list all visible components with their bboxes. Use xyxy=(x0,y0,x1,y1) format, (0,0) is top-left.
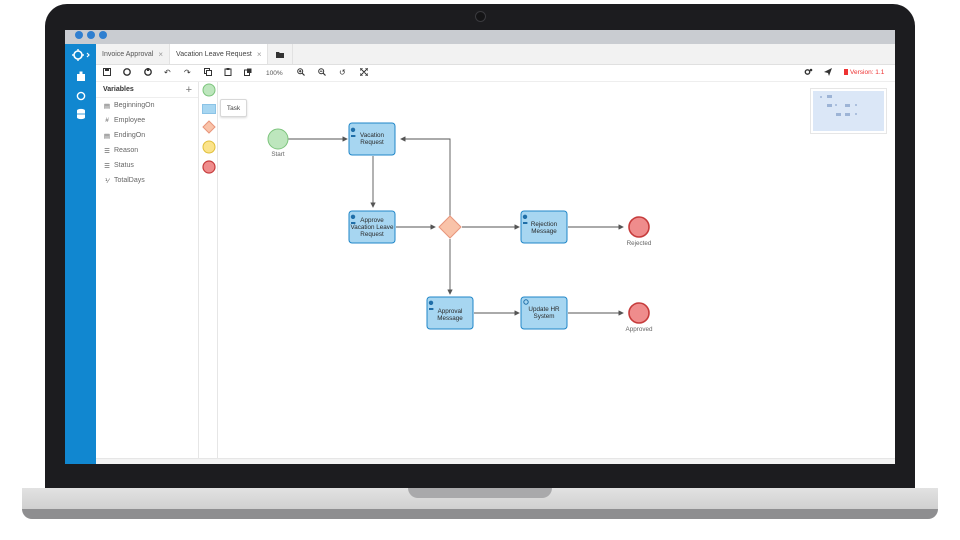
zoom-level: 100% xyxy=(266,70,283,77)
undo-icon[interactable]: ↶ xyxy=(164,68,171,78)
task-tool[interactable] xyxy=(202,104,216,114)
nav-puzzle-icon[interactable] xyxy=(65,70,96,86)
number-icon: ⅟ xyxy=(105,177,109,185)
task-label-line: Vacation Leave xyxy=(351,224,394,231)
nav-circle-icon[interactable] xyxy=(65,90,96,106)
validate-icon[interactable] xyxy=(123,68,131,79)
save-icon[interactable] xyxy=(103,68,111,79)
duplicate-icon[interactable] xyxy=(244,68,252,79)
variable-label: Status xyxy=(114,162,134,169)
task-label-line: Rejection xyxy=(531,221,558,228)
deploy-icon[interactable] xyxy=(144,68,152,79)
app-screen: Invoice Approval × Vacation Leave Reques… xyxy=(65,30,895,464)
task-approve-vacation[interactable]: Approve Vacation Leave Request xyxy=(348,210,396,244)
start-event[interactable]: Start xyxy=(267,128,289,158)
variable-item[interactable]: ▤ BeginningOn xyxy=(96,98,198,113)
nav-process-icon[interactable] xyxy=(65,49,96,65)
calendar-icon: ▤ xyxy=(103,132,111,140)
minimap-viewport xyxy=(813,91,884,131)
gateway-tool[interactable] xyxy=(202,120,216,134)
task-rejection-message[interactable]: Rejection Message xyxy=(520,210,568,244)
variable-label: TotalDays xyxy=(114,177,145,184)
task-label-line: Vacation xyxy=(360,132,385,139)
toolbar: ↶ ↷ 100% ↺ Version: 1.1 xyxy=(96,65,895,82)
version-indicator[interactable]: Version: 1.1 xyxy=(844,69,884,76)
side-navigation xyxy=(65,44,96,464)
variable-item[interactable]: # Employee xyxy=(96,113,198,128)
approved-label: Approved xyxy=(626,326,653,333)
task-vacation-request[interactable]: Vacation Request xyxy=(348,122,396,156)
folder-icon xyxy=(276,51,285,58)
hash-icon: # xyxy=(105,117,109,124)
start-label: Start xyxy=(271,151,285,158)
variable-item[interactable]: ☰ Reason xyxy=(96,143,198,158)
calendar-icon: ▤ xyxy=(103,102,111,110)
variable-item[interactable]: ▤ EndingOn xyxy=(96,128,198,143)
task-label-line: Update HR xyxy=(528,306,560,313)
task-label-line: Message xyxy=(437,315,463,322)
flow-gateway-to-request[interactable] xyxy=(400,136,451,217)
nav-database-icon[interactable] xyxy=(65,108,96,124)
copy-icon[interactable] xyxy=(204,68,212,79)
window-titlebar xyxy=(65,30,895,44)
zoom-out-icon[interactable] xyxy=(318,68,326,79)
task-update-hr-system[interactable]: Update HR System xyxy=(520,296,568,330)
webcam xyxy=(475,11,486,22)
diagram-canvas[interactable]: Start Vacation Request Approve Vacation … xyxy=(218,82,895,458)
intermediate-event-tool[interactable] xyxy=(202,140,216,154)
variable-item[interactable]: ⅟ TotalDays xyxy=(96,173,198,188)
variable-label: BeginningOn xyxy=(114,102,155,109)
redo-icon[interactable]: ↷ xyxy=(184,68,191,78)
fit-screen-icon[interactable] xyxy=(359,67,369,79)
task-label-line: Approve xyxy=(360,217,384,224)
add-variable-button[interactable]: + xyxy=(186,84,192,95)
task-label-line: Approval xyxy=(438,308,463,315)
close-tab-icon[interactable]: × xyxy=(257,50,262,59)
rejected-label: Rejected xyxy=(627,240,652,247)
settings-icon[interactable] xyxy=(804,68,813,79)
end-event-rejected[interactable]: Rejected xyxy=(627,216,652,247)
task-label-line: Request xyxy=(360,139,384,146)
send-icon[interactable] xyxy=(824,68,832,79)
laptop-base-edge xyxy=(22,509,938,519)
paste-icon[interactable] xyxy=(224,68,232,79)
version-label: Version: 1.1 xyxy=(850,69,885,76)
task-label-line: System xyxy=(534,313,555,320)
variable-label: EndingOn xyxy=(114,132,146,139)
variables-panel: Variables + ▤ BeginningOn # Employee ▤ E… xyxy=(96,82,199,458)
open-folder-button[interactable] xyxy=(268,44,294,64)
list-icon: ☰ xyxy=(104,147,110,155)
tab-bar: Invoice Approval × Vacation Leave Reques… xyxy=(96,44,895,65)
start-event-tool[interactable] xyxy=(202,83,216,97)
list-icon: ☰ xyxy=(104,162,110,170)
diagram-minimap[interactable] xyxy=(810,88,887,134)
bookmark-icon xyxy=(844,69,848,75)
tab-invoice-approval[interactable]: Invoice Approval × xyxy=(96,44,171,64)
tab-label: Invoice Approval xyxy=(102,50,154,58)
end-event-approved[interactable]: Approved xyxy=(626,302,653,333)
variables-header: Variables + xyxy=(96,82,198,98)
tab-label: Vacation Leave Request xyxy=(176,50,252,58)
laptop-notch xyxy=(408,488,552,498)
shape-palette xyxy=(199,82,218,458)
variables-title: Variables xyxy=(103,86,134,93)
tab-vacation-leave-request[interactable]: Vacation Leave Request × xyxy=(170,44,269,64)
window-minimize-dot[interactable] xyxy=(87,31,95,39)
minimap-preview xyxy=(820,95,857,116)
close-tab-icon[interactable]: × xyxy=(158,50,163,59)
window-maximize-dot[interactable] xyxy=(99,31,107,39)
end-event-tool[interactable] xyxy=(202,160,216,174)
task-label-line: Message xyxy=(531,228,557,235)
variable-item[interactable]: ☰ Status xyxy=(96,158,198,173)
bpmn-diagram: Start Vacation Request Approve Vacation … xyxy=(267,122,653,333)
window-close-dot[interactable] xyxy=(75,31,83,39)
variable-label: Employee xyxy=(114,117,146,124)
reset-zoom-icon[interactable]: ↺ xyxy=(339,68,346,78)
task-label-line: Request xyxy=(360,231,384,238)
status-bar xyxy=(96,458,895,464)
exclusive-gateway[interactable] xyxy=(438,215,462,239)
zoom-in-icon[interactable] xyxy=(297,68,305,79)
task-approval-message[interactable]: Approval Message xyxy=(426,296,474,330)
variable-label: Reason xyxy=(114,147,139,154)
